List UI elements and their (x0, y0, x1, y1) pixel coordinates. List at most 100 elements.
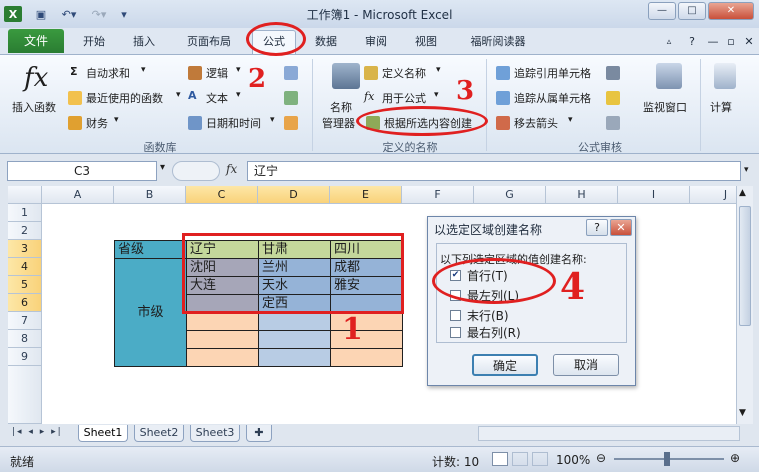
lookup-icon[interactable] (284, 66, 298, 80)
column-header[interactable]: D (258, 186, 330, 204)
dialog-close-button[interactable]: ✕ (610, 219, 632, 236)
checkbox-right-column[interactable] (450, 327, 461, 338)
page-break-view-icon[interactable] (532, 452, 548, 466)
column-header[interactable]: C (186, 186, 258, 204)
trace-dependents-button[interactable]: 追踪从属单元格 (514, 90, 591, 106)
dialog-help-button[interactable]: ? (586, 219, 608, 236)
logical-dropdown-icon[interactable]: ▾ (236, 65, 241, 75)
error-checking-icon[interactable] (606, 91, 620, 105)
cell-d9[interactable] (258, 348, 331, 367)
insert-function-icon[interactable]: fx (24, 63, 48, 93)
row-header[interactable]: 6 (8, 294, 42, 312)
cell-e8[interactable] (330, 330, 403, 349)
column-header[interactable]: I (618, 186, 690, 204)
cell-c7[interactable] (186, 312, 259, 331)
calculation-button[interactable]: 计算 (710, 99, 732, 115)
tab-review[interactable]: 审阅 (356, 32, 396, 52)
name-box-dropdown-icon[interactable]: ▾ (160, 162, 165, 173)
logical-button[interactable]: 逻辑 (206, 65, 228, 81)
use-in-formula-button[interactable]: 用于公式 (382, 90, 426, 106)
name-manager-label-1[interactable]: 名称 (330, 99, 352, 115)
insert-function-button[interactable]: 插入函数 (12, 99, 56, 115)
column-header[interactable]: A (42, 186, 114, 204)
row-header[interactable]: 7 (8, 312, 42, 330)
define-name-dropdown-icon[interactable]: ▾ (436, 65, 441, 75)
cancel-button[interactable]: 取消 (553, 354, 619, 376)
column-header[interactable]: B (114, 186, 186, 204)
column-header[interactable]: G (474, 186, 546, 204)
tab-view[interactable]: 视图 (406, 32, 446, 52)
math-trig-icon[interactable] (284, 91, 298, 105)
cell-d8[interactable] (258, 330, 331, 349)
workbook-close-icon[interactable]: ✕ (742, 32, 756, 52)
tab-insert[interactable]: 插入 (122, 32, 166, 52)
column-header[interactable]: E (330, 186, 402, 204)
page-layout-view-icon[interactable] (512, 452, 528, 466)
name-box[interactable]: C3 (7, 161, 157, 181)
cell-d7[interactable] (258, 312, 331, 331)
cell-e7[interactable] (330, 312, 403, 331)
datetime-button[interactable]: 日期和时间 (206, 115, 261, 131)
show-formulas-icon[interactable] (606, 66, 620, 80)
sheet-tab-3[interactable]: Sheet3 (190, 425, 240, 442)
cell-c9[interactable] (186, 348, 259, 367)
name-manager-label-2[interactable]: 管理器 (322, 115, 355, 131)
cell-c8[interactable] (186, 330, 259, 349)
select-all-corner[interactable] (8, 186, 42, 204)
insert-function-fx[interactable]: fx (226, 162, 237, 176)
text-functions-button[interactable]: 文本 (206, 90, 228, 106)
financial-button[interactable]: 财务 (86, 115, 108, 131)
text-dropdown-icon[interactable]: ▾ (236, 90, 241, 100)
ok-button[interactable]: 确定 (472, 354, 538, 376)
row-header[interactable]: 8 (8, 330, 42, 348)
expand-formula-bar-icon[interactable]: ▾ (744, 165, 749, 175)
cell-b4-merged[interactable]: 市级 (114, 258, 187, 367)
row-header[interactable]: 4 (8, 258, 42, 276)
workbook-restore-icon[interactable]: ▫ (724, 32, 738, 52)
define-name-button[interactable]: 定义名称 (382, 65, 426, 81)
zoom-out-icon[interactable]: ⊖ (596, 451, 606, 465)
horizontal-scrollbar[interactable] (478, 426, 740, 441)
tab-file[interactable]: 文件 (8, 29, 64, 53)
row-header[interactable]: 5 (8, 276, 42, 294)
insert-sheet-icon[interactable]: ✚ (246, 425, 272, 442)
column-header[interactable]: F (402, 186, 474, 204)
datetime-dropdown-icon[interactable]: ▾ (270, 115, 275, 125)
close-button[interactable]: ✕ (708, 2, 754, 20)
checkbox-bottom-row[interactable] (450, 310, 461, 321)
column-header[interactable]: J (690, 186, 736, 204)
minimize-ribbon-icon[interactable]: ▵ (662, 32, 676, 52)
help-icon[interactable]: ? (684, 32, 700, 52)
cell-e9[interactable] (330, 348, 403, 367)
more-functions-icon[interactable] (284, 116, 298, 130)
trace-precedents-button[interactable]: 追踪引用单元格 (514, 65, 591, 81)
normal-view-icon[interactable] (492, 452, 508, 466)
tab-foxit[interactable]: 福昕阅读器 (460, 32, 536, 52)
tab-page-layout[interactable]: 页面布局 (176, 32, 242, 52)
recent-dropdown-icon[interactable]: ▾ (176, 90, 181, 100)
formula-input[interactable]: 辽宁 (247, 161, 741, 181)
zoom-slider-thumb[interactable] (664, 452, 670, 466)
use-in-formula-dropdown-icon[interactable]: ▾ (434, 90, 439, 100)
row-header[interactable]: 9 (8, 348, 42, 366)
cell-b3[interactable]: 省级 (114, 240, 187, 259)
evaluate-formula-icon[interactable] (606, 116, 620, 130)
row-header[interactable]: 3 (8, 240, 42, 258)
row-header[interactable]: 2 (8, 222, 42, 240)
remove-arrows-dropdown-icon[interactable]: ▾ (568, 115, 573, 125)
remove-arrows-button[interactable]: 移去箭头 (514, 115, 558, 131)
autosum-dropdown-icon[interactable]: ▾ (141, 65, 146, 75)
recent-functions-button[interactable]: 最近使用的函数 (86, 90, 163, 106)
financial-dropdown-icon[interactable]: ▾ (114, 115, 119, 125)
zoom-level[interactable]: 100% (556, 453, 590, 467)
zoom-in-icon[interactable]: ⊕ (730, 451, 740, 465)
autosum-button[interactable]: 自动求和 (86, 65, 130, 81)
tab-data[interactable]: 数据 (306, 32, 346, 52)
maximize-button[interactable]: □ (678, 2, 706, 20)
scroll-thumb[interactable] (739, 206, 751, 326)
scroll-down-icon[interactable]: ▼ (739, 408, 746, 418)
sheet-tab-1[interactable]: Sheet1 (78, 425, 128, 442)
watch-window-button[interactable]: 监视窗口 (643, 99, 687, 115)
row-header[interactable]: 1 (8, 204, 42, 222)
minimize-button[interactable]: — (648, 2, 676, 20)
